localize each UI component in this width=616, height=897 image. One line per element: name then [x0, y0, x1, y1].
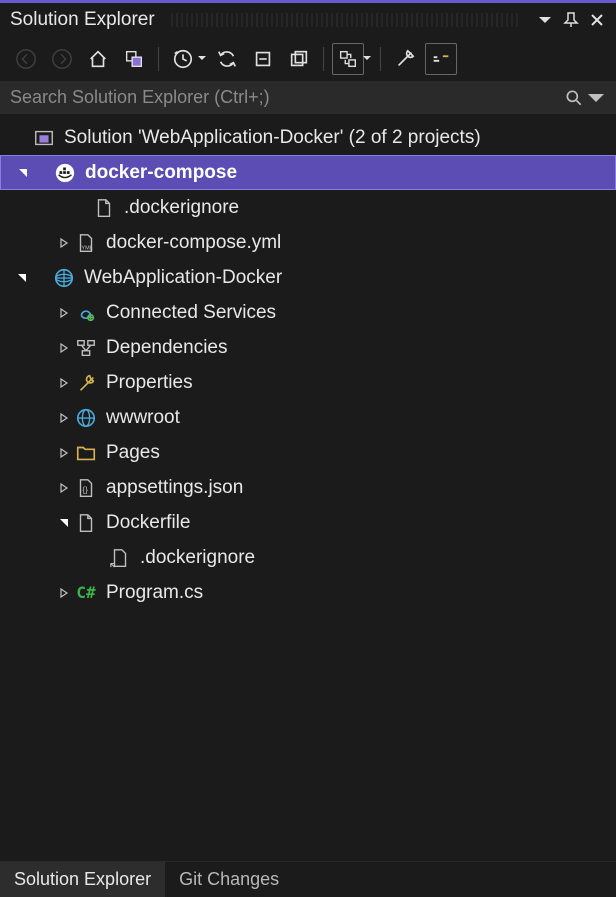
pin-icon[interactable] — [562, 11, 580, 29]
solution-node[interactable]: Solution 'WebApplication-Docker' (2 of 2… — [0, 120, 616, 155]
yml-file-icon: YML — [74, 231, 98, 255]
dockerfile-node[interactable]: Dockerfile — [0, 505, 616, 540]
dockerignore-label: .dockerignore — [124, 197, 239, 219]
separator — [158, 47, 159, 71]
web-project-icon — [52, 266, 76, 290]
show-all-files-button[interactable] — [283, 43, 315, 75]
expander-collapsed-icon[interactable] — [56, 445, 72, 461]
expander-spacer — [74, 200, 90, 216]
solution-tree: Solution 'WebApplication-Docker' (2 of 2… — [0, 114, 616, 861]
dockerfile-label: Dockerfile — [106, 512, 190, 534]
expander-collapsed-icon[interactable] — [56, 585, 72, 601]
program-cs-file[interactable]: C# Program.cs — [0, 575, 616, 610]
wwwroot-label: wwwroot — [106, 407, 180, 429]
preview-selected-items-button[interactable] — [332, 43, 372, 75]
expander-expanded-icon[interactable] — [56, 515, 72, 531]
dockerignore-file[interactable]: .dockerignore — [0, 190, 616, 225]
dependencies-node[interactable]: Dependencies — [0, 330, 616, 365]
docker-compose-project[interactable]: docker-compose — [0, 155, 616, 190]
preview-button[interactable] — [425, 43, 457, 75]
expander-collapsed-icon[interactable] — [56, 410, 72, 426]
drag-handle[interactable] — [171, 13, 520, 27]
expander-collapsed-icon[interactable] — [56, 480, 72, 496]
panel-title: Solution Explorer — [10, 9, 155, 31]
properties-node[interactable]: Properties — [0, 365, 616, 400]
expander-collapsed-icon[interactable] — [56, 305, 72, 321]
docker-icon — [53, 161, 77, 185]
search-bar — [0, 81, 616, 114]
dockerignore-nested-file[interactable]: .dockerignore — [0, 540, 616, 575]
json-file-icon: {} — [74, 476, 98, 500]
title-bar: Solution Explorer — [0, 3, 616, 37]
expander-expanded-icon[interactable] — [15, 165, 31, 181]
appsettings-label: appsettings.json — [106, 477, 243, 499]
expander-collapsed-icon[interactable] — [56, 235, 72, 251]
tab-solution-explorer[interactable]: Solution Explorer — [0, 862, 165, 897]
separator — [380, 47, 381, 71]
webapp-project[interactable]: WebApplication-Docker — [0, 260, 616, 295]
forward-button[interactable] — [46, 43, 78, 75]
separator — [323, 47, 324, 71]
globe-icon — [74, 406, 98, 430]
pending-changes-filter[interactable] — [167, 43, 207, 75]
expander-spacer — [14, 130, 30, 146]
dependencies-icon — [74, 336, 98, 360]
search-input[interactable] — [10, 87, 556, 108]
search-icon[interactable] — [564, 88, 606, 108]
close-icon[interactable] — [588, 11, 606, 29]
file-icon — [74, 511, 98, 535]
yml-label: docker-compose.yml — [106, 232, 281, 254]
docker-compose-yml-file[interactable]: YML docker-compose.yml — [0, 225, 616, 260]
pages-node[interactable]: Pages — [0, 435, 616, 470]
dockerignore-nested-label: .dockerignore — [140, 547, 255, 569]
dependencies-label: Dependencies — [106, 337, 227, 359]
home-button[interactable] — [82, 43, 114, 75]
solution-icon — [32, 126, 56, 150]
tab-git-changes[interactable]: Git Changes — [165, 862, 293, 897]
webapp-label: WebApplication-Docker — [84, 267, 282, 289]
dropdown-icon[interactable] — [536, 11, 554, 29]
wwwroot-node[interactable]: wwwroot — [0, 400, 616, 435]
expander-collapsed-icon[interactable] — [56, 375, 72, 391]
connected-services-icon — [74, 301, 98, 325]
properties-label: Properties — [106, 372, 193, 394]
connected-services-label: Connected Services — [106, 302, 276, 324]
svg-text:YML: YML — [81, 245, 92, 251]
linked-file-icon — [108, 546, 132, 570]
properties-button[interactable] — [389, 43, 421, 75]
appsettings-file[interactable]: {} appsettings.json — [0, 470, 616, 505]
connected-services-node[interactable]: Connected Services — [0, 295, 616, 330]
switch-views-button[interactable] — [118, 43, 150, 75]
back-button[interactable] — [10, 43, 42, 75]
pages-label: Pages — [106, 442, 160, 464]
csharp-file-icon: C# — [74, 581, 98, 605]
expander-collapsed-icon[interactable] — [56, 340, 72, 356]
svg-text:{}: {} — [82, 485, 88, 494]
expander-expanded-icon[interactable] — [14, 270, 30, 286]
toolbar — [0, 37, 616, 81]
program-cs-label: Program.cs — [106, 582, 203, 604]
bottom-tabs: Solution Explorer Git Changes — [0, 861, 616, 897]
file-icon — [92, 196, 116, 220]
properties-icon — [74, 371, 98, 395]
solution-label: Solution 'WebApplication-Docker' (2 of 2… — [64, 127, 481, 149]
folder-icon — [74, 441, 98, 465]
docker-compose-label: docker-compose — [85, 162, 237, 184]
collapse-all-button[interactable] — [247, 43, 279, 75]
sync-button[interactable] — [211, 43, 243, 75]
